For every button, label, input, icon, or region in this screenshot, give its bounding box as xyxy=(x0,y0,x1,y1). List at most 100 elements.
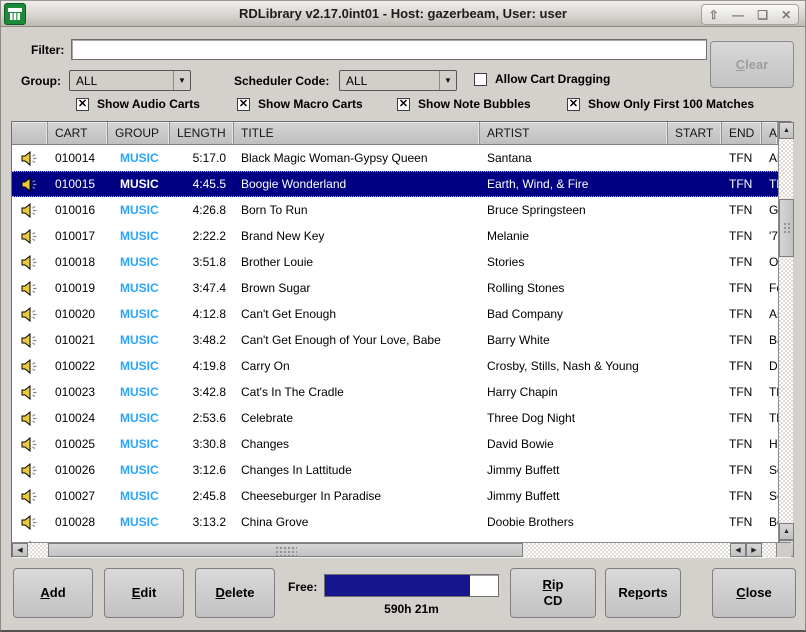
clear-button[interactable]: Clear xyxy=(710,41,794,88)
maximize-button[interactable]: ❑ xyxy=(757,9,768,21)
filter-label: Filter: xyxy=(31,43,64,57)
checkbox-box: ✕ xyxy=(397,98,410,111)
cell-artist: Santana xyxy=(480,151,668,165)
show-option-label: Show Only First 100 Matches xyxy=(588,97,754,111)
column-header-title[interactable]: TITLE xyxy=(234,122,480,144)
show-option-label: Show Audio Carts xyxy=(97,97,200,111)
table-row[interactable]: 010015MUSIC4:45.5Boogie WonderlandEarth,… xyxy=(12,171,778,197)
table-row[interactable]: 010021MUSIC3:48.2Can't Get Enough of You… xyxy=(12,327,778,353)
free-space-value: 590h 21m xyxy=(324,602,499,616)
rip-cd-button[interactable]: RipCD xyxy=(510,568,596,618)
cell-title: Can't Get Enough xyxy=(234,307,480,321)
cell-artist: Barry White xyxy=(480,333,668,347)
horizontal-scroll-thumb[interactable] xyxy=(48,543,523,557)
cell-length: 3:48.2 xyxy=(170,333,234,347)
cell-length: 2:53.6 xyxy=(170,411,234,425)
free-space-gauge xyxy=(324,574,499,597)
table-row[interactable]: 010017MUSIC2:22.2Brand New KeyMelanieTFN… xyxy=(12,223,778,249)
table-row[interactable]: 010016MUSIC4:26.8Born To RunBruce Spring… xyxy=(12,197,778,223)
reports-button[interactable]: Reports xyxy=(605,568,681,618)
filter-input[interactable] xyxy=(71,39,707,60)
table-row[interactable]: 010014MUSIC5:17.0Black Magic Woman-Gypsy… xyxy=(12,145,778,171)
scheduler-code-select[interactable]: ALL ▼ xyxy=(339,70,457,91)
show-option-checkbox[interactable]: ✕Show Audio Carts xyxy=(76,97,200,111)
allow-cart-dragging-checkbox[interactable]: Allow Cart Dragging xyxy=(474,72,610,86)
cell-artist: Earth, Wind, & Fire xyxy=(480,177,668,191)
cell-album: So xyxy=(762,489,778,503)
horizontal-scrollbar[interactable]: ◀ ◀ ▶ xyxy=(12,542,778,557)
table-row[interactable]: 010023MUSIC3:42.8Cat's In The CradleHarr… xyxy=(12,379,778,405)
speaker-icon xyxy=(21,333,39,348)
cell-album: So xyxy=(762,463,778,477)
column-header-group[interactable]: GROUP xyxy=(108,122,170,144)
cell-group-name: MUSIC xyxy=(108,177,170,191)
cell-cart-number: 010019 xyxy=(48,281,108,295)
speaker-icon-cell xyxy=(12,281,48,296)
table-row[interactable]: 010022MUSIC4:19.8Carry OnCrosby, Stills,… xyxy=(12,353,778,379)
table-row[interactable]: 010027MUSIC2:45.8Cheeseburger In Paradis… xyxy=(12,483,778,509)
cell-length: 4:45.5 xyxy=(170,177,234,191)
table-row[interactable]: 010025MUSIC3:30.8ChangesDavid BowieTFNH xyxy=(12,431,778,457)
cell-title: Brother Louie xyxy=(234,255,480,269)
table-row[interactable]: 010018MUSIC3:51.8Brother LouieStoriesTFN… xyxy=(12,249,778,275)
speaker-icon-cell xyxy=(12,489,48,504)
table-body: 010014MUSIC5:17.0Black Magic Woman-Gypsy… xyxy=(12,145,778,557)
checkbox-box xyxy=(474,73,487,86)
cell-length: 3:51.8 xyxy=(170,255,234,269)
close-window-button[interactable]: ✕ xyxy=(781,9,791,21)
cell-album: Th xyxy=(762,385,778,399)
cell-artist: Stories xyxy=(480,255,668,269)
scroll-left-button[interactable]: ◀ xyxy=(730,543,746,557)
scroll-up-button[interactable]: ▲ xyxy=(779,122,794,139)
cell-title: Boogie Wonderland xyxy=(234,177,480,191)
column-header-cart[interactable]: CART xyxy=(48,122,108,144)
cell-cart-number: 010015 xyxy=(48,177,108,191)
cell-title: Celebrate xyxy=(234,411,480,425)
close-button[interactable]: Close xyxy=(712,568,796,618)
cell-end: TFN xyxy=(722,281,762,295)
chevron-down-icon: ▼ xyxy=(439,71,456,90)
cell-cart-number: 010018 xyxy=(48,255,108,269)
speaker-icon xyxy=(21,151,39,166)
delete-button[interactable]: Delete xyxy=(195,568,275,618)
table-row[interactable]: 010024MUSIC2:53.6CelebrateThree Dog Nigh… xyxy=(12,405,778,431)
add-button[interactable]: Add xyxy=(13,568,93,618)
table-row[interactable]: 010020MUSIC4:12.8Can't Get EnoughBad Com… xyxy=(12,301,778,327)
cell-cart-number: 010017 xyxy=(48,229,108,243)
vertical-scrollbar[interactable]: ▲ ▲ ▼ xyxy=(778,122,793,557)
shade-button[interactable]: ⇧ xyxy=(709,9,719,21)
column-header-length[interactable]: LENGTH xyxy=(170,122,234,144)
footer-bar: Add Edit Delete Free: 590h 21m RipCD Rep… xyxy=(1,562,805,630)
group-select[interactable]: ALL ▼ xyxy=(69,70,191,91)
speaker-icon-cell xyxy=(12,411,48,426)
vertical-scroll-thumb[interactable] xyxy=(779,199,794,257)
show-option-checkbox[interactable]: ✕Show Only First 100 Matches xyxy=(567,97,754,111)
free-space-fill xyxy=(325,575,470,596)
cell-title: Carry On xyxy=(234,359,480,373)
cell-artist: David Bowie xyxy=(480,437,668,451)
scroll-left-button[interactable]: ◀ xyxy=(12,543,28,557)
column-header-album[interactable]: ALBUM xyxy=(762,122,778,144)
cell-cart-number: 010025 xyxy=(48,437,108,451)
speaker-icon xyxy=(21,515,39,530)
table-row[interactable]: 010028MUSIC3:13.2China GroveDoobie Broth… xyxy=(12,509,778,535)
table-row[interactable]: 010019MUSIC3:47.4Brown SugarRolling Ston… xyxy=(12,275,778,301)
show-option-checkbox[interactable]: ✕Show Note Bubbles xyxy=(397,97,531,111)
column-header-start[interactable]: START xyxy=(668,122,722,144)
speaker-icon-cell xyxy=(12,229,48,244)
minimize-button[interactable]: — xyxy=(732,9,744,21)
column-header-artist[interactable]: ARTIST xyxy=(480,122,668,144)
scroll-right-button[interactable]: ▶ xyxy=(746,543,762,557)
scroll-up-button[interactable]: ▲ xyxy=(779,523,794,540)
column-header-icon[interactable] xyxy=(12,122,48,144)
edit-button[interactable]: Edit xyxy=(104,568,184,618)
cell-cart-number: 010027 xyxy=(48,489,108,503)
show-option-checkbox[interactable]: ✕Show Macro Carts xyxy=(237,97,363,111)
cell-album: G xyxy=(762,203,778,217)
cell-end: TFN xyxy=(722,255,762,269)
speaker-icon-cell xyxy=(12,255,48,270)
cell-title: Cheeseburger In Paradise xyxy=(234,489,480,503)
table-row[interactable]: 010026MUSIC3:12.6Changes In LattitudeJim… xyxy=(12,457,778,483)
cell-end: TFN xyxy=(722,385,762,399)
column-header-end[interactable]: END xyxy=(722,122,762,144)
